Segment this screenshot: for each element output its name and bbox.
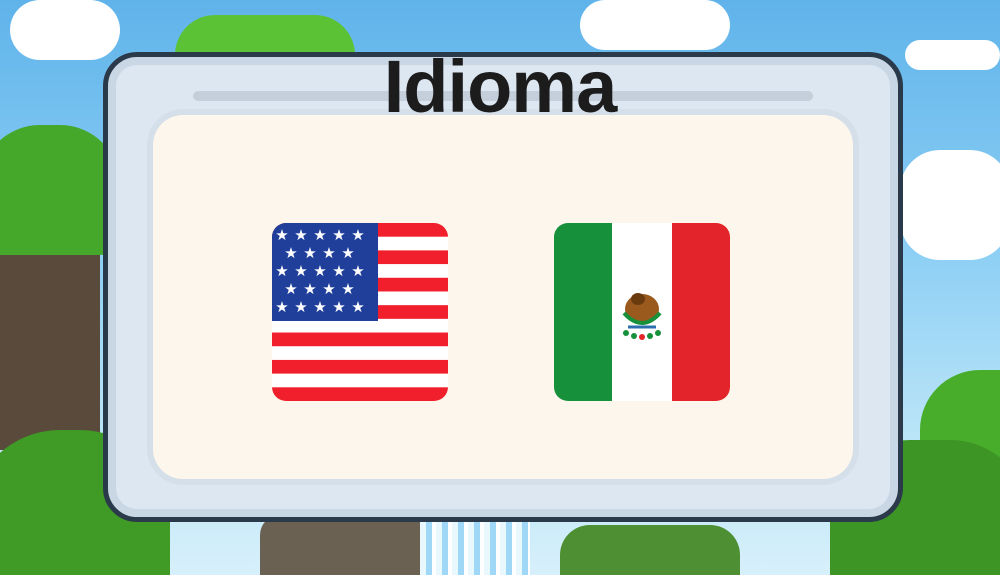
svg-text:★: ★ (322, 280, 335, 298)
bottom-right-rock (560, 525, 740, 575)
dialog-panel (153, 115, 853, 479)
dialog-title: Idioma (383, 45, 617, 128)
usa-flag-icon: ★ ★ ★ ★ ★★ ★ ★ ★★ ★ ★ ★ ★★ ★ ★ ★★ ★ ★ ★ ★ (272, 223, 448, 401)
cloud (580, 0, 730, 50)
svg-text:★: ★ (351, 298, 364, 316)
svg-text:★: ★ (303, 280, 316, 298)
svg-text:★: ★ (332, 298, 345, 316)
svg-text:★: ★ (351, 226, 364, 244)
svg-text:★: ★ (294, 298, 307, 316)
bottom-left-rock (260, 515, 430, 575)
svg-text:★: ★ (341, 280, 354, 298)
mexico-flag-icon (554, 223, 730, 401)
left-cliff (0, 230, 100, 450)
left-foliage (0, 125, 120, 255)
svg-text:★: ★ (294, 226, 307, 244)
svg-text:★: ★ (275, 226, 288, 244)
svg-text:★: ★ (313, 262, 326, 280)
svg-text:★: ★ (294, 262, 307, 280)
cloud (900, 150, 1000, 260)
svg-text:★: ★ (313, 298, 326, 316)
svg-text:★: ★ (332, 226, 345, 244)
svg-text:★: ★ (313, 226, 326, 244)
language-option-spanish[interactable] (554, 223, 730, 401)
svg-text:★: ★ (351, 262, 364, 280)
svg-text:★: ★ (284, 244, 297, 262)
language-option-english[interactable]: ★ ★ ★ ★ ★ ★ ★ ★ ★ ★ ★ ★ ★ ★ ★ ★ ★ ★ ★ ★ ★ ★ ★ (272, 223, 448, 401)
svg-text:★: ★ (322, 244, 335, 262)
svg-text:★: ★ (341, 244, 354, 262)
svg-text:★: ★ (284, 280, 297, 298)
svg-text:★: ★ (275, 298, 288, 316)
svg-text:★: ★ (275, 262, 288, 280)
svg-text:★: ★ (332, 262, 345, 280)
svg-text:★: ★ (303, 244, 316, 262)
